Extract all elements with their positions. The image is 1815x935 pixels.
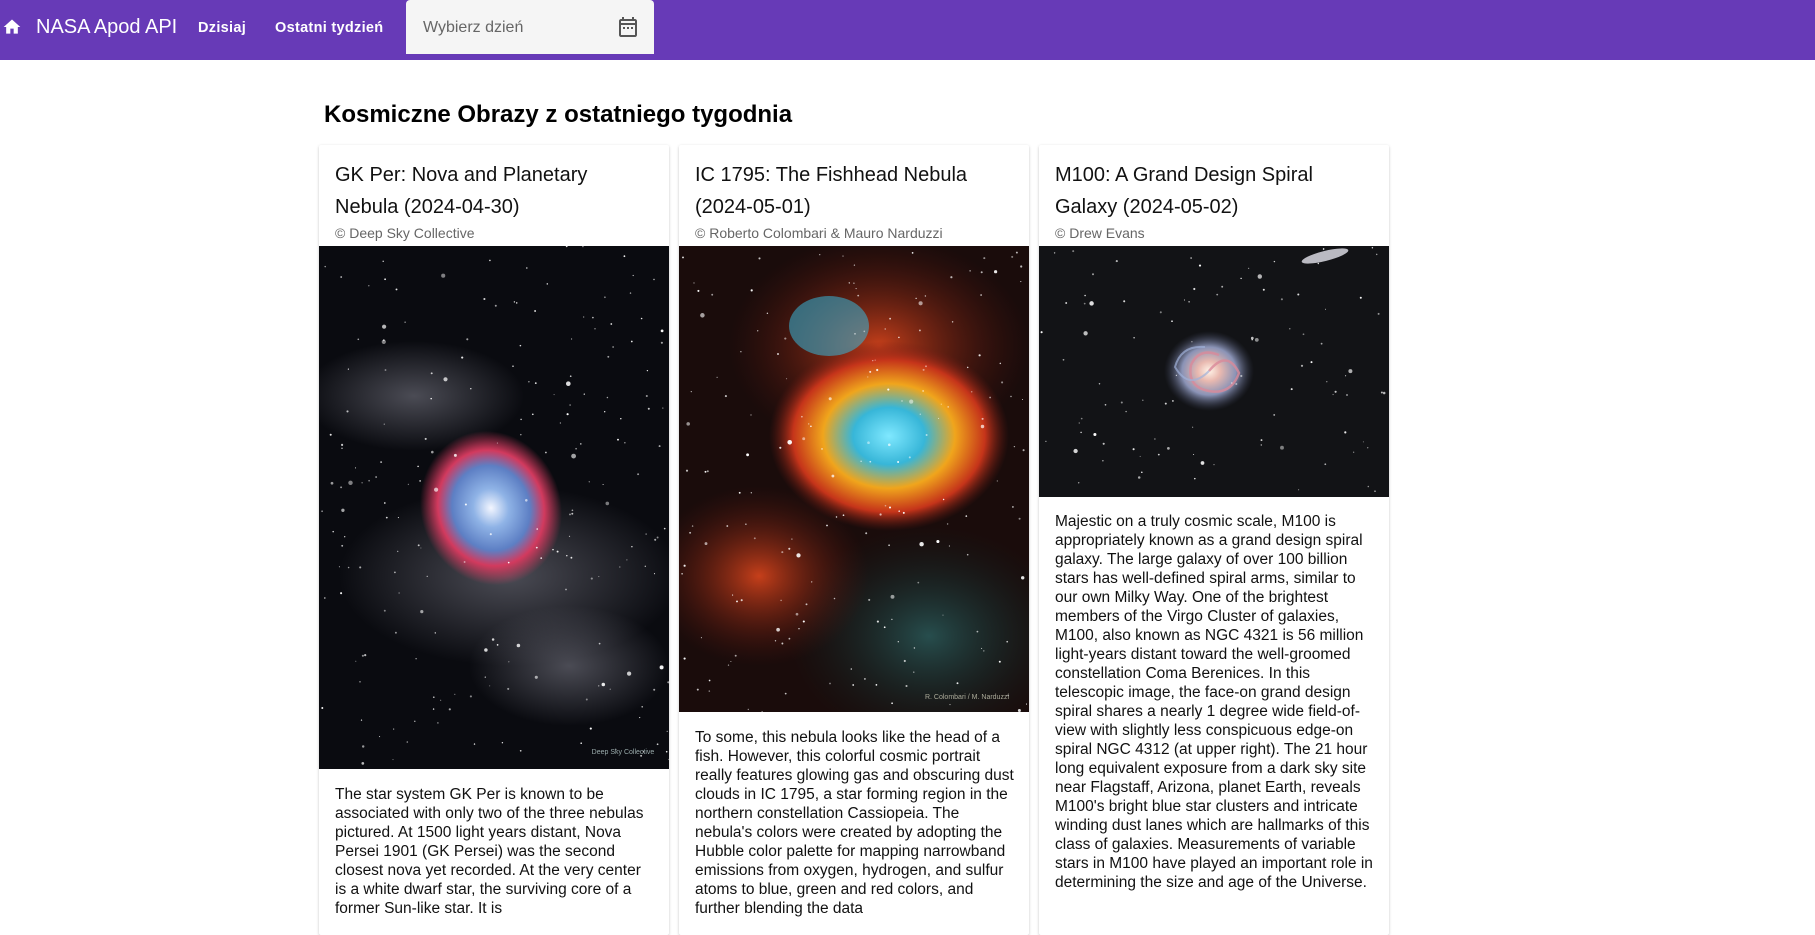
nav-last-week-link[interactable]: Ostatni tydzień (275, 20, 383, 36)
apod-card-fishhead: IC 1795: The Fishhead Nebula (2024-05-01… (679, 145, 1029, 935)
card-credit: © Deep Sky Collective (335, 225, 475, 241)
calendar-icon[interactable] (616, 15, 640, 39)
card-title: IC 1795: The Fishhead Nebula (2024-05-01… (695, 164, 968, 218)
date-picker-field[interactable] (406, 0, 654, 54)
card-description: Majestic on a truly cosmic scale, M100 i… (1055, 513, 1373, 891)
card-title: M100: A Grand Design Spiral Galaxy (2024… (1055, 164, 1313, 218)
apod-card-m100: M100: A Grand Design Spiral Galaxy (2024… (1039, 145, 1389, 935)
apod-card-gk-per: GK Per: Nova and Planetary Nebula (2024-… (319, 145, 669, 935)
date-input[interactable] (421, 16, 615, 40)
image-watermark: R. Colombari / M. Narduzzi (925, 694, 1009, 701)
card-credit: © Roberto Colombari & Mauro Narduzzi (695, 225, 943, 241)
image-watermark: Deep Sky Collective (592, 749, 655, 756)
card-title: GK Per: Nova and Planetary Nebula (2024-… (335, 164, 588, 218)
nav-today-link[interactable]: Dzisiaj (198, 20, 246, 36)
card-description: The star system GK Per is known to be as… (335, 786, 644, 917)
home-icon[interactable] (2, 17, 22, 37)
card-credit: © Drew Evans (1055, 225, 1145, 241)
card-image-fishhead[interactable]: R. Colombari / M. Narduzzi (679, 246, 1029, 712)
card-image-m100[interactable] (1039, 246, 1389, 497)
card-image-gk-per[interactable]: Deep Sky Collective (319, 246, 669, 769)
page-title: Kosmiczne Obrazy z ostatniego tygodnia (324, 101, 793, 128)
card-description: To some, this nebula looks like the head… (695, 729, 1014, 917)
app-title[interactable]: NASA Apod API (36, 16, 177, 39)
top-toolbar: NASA Apod API Dzisiaj Ostatni tydzień (0, 0, 1815, 60)
